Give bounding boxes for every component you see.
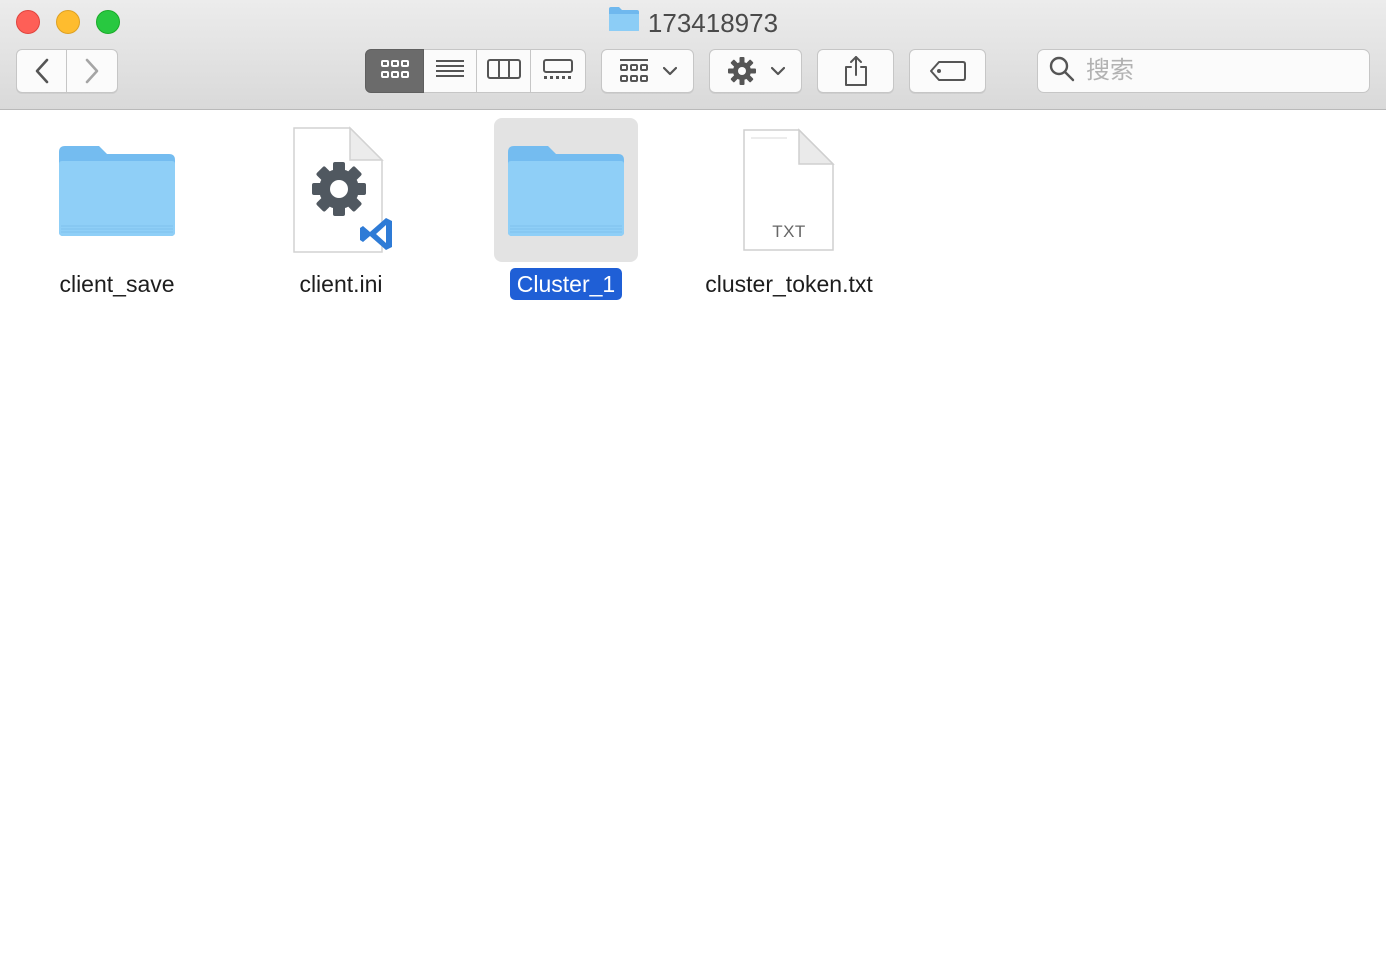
column-view-button[interactable]: [477, 49, 531, 93]
icon-view-icon: [380, 58, 410, 85]
gallery-view-button[interactable]: [531, 49, 586, 93]
chevron-right-icon: [84, 58, 100, 84]
share-button[interactable]: [817, 49, 894, 93]
toolbar: 173418973: [0, 0, 1386, 110]
icon-view-button[interactable]: [365, 49, 424, 93]
tag-icon: [929, 60, 967, 82]
file-name: client_save: [59, 271, 175, 297]
finder-window: 173418973 搜索 client_save client.ini Clus…: [0, 0, 1386, 966]
chevron-down-icon: [662, 66, 677, 76]
back-button[interactable]: [16, 49, 67, 93]
window-title: 173418973: [647, 7, 779, 38]
file-grid: client_save client.ini Cluster_1 TXT clu…: [0, 110, 1386, 966]
file-item-cluster-token-txt[interactable]: TXT cluster_token.txt: [677, 118, 901, 308]
search-field[interactable]: [1037, 49, 1370, 93]
file-type-badge: TXT: [772, 222, 806, 241]
list-view-button[interactable]: [424, 49, 477, 93]
file-item-cluster-1[interactable]: Cluster_1: [454, 118, 678, 308]
file-item-client-save[interactable]: client_save: [5, 118, 229, 308]
action-button[interactable]: [709, 49, 802, 93]
group-by-icon: [619, 58, 649, 84]
folder-icon: [608, 6, 640, 39]
column-view-icon: [486, 58, 521, 85]
file-name: cluster_token.txt: [705, 271, 873, 297]
file-name: client.ini: [299, 271, 383, 297]
window-title-bar: 173418973: [0, 6, 1386, 38]
group-by-button[interactable]: [601, 49, 694, 93]
share-icon: [843, 55, 869, 87]
text-file-icon: TXT: [717, 118, 861, 262]
search-icon: [1048, 55, 1076, 88]
folder-icon: [45, 118, 189, 262]
search-input[interactable]: [1084, 56, 1358, 86]
tag-button[interactable]: [909, 49, 986, 93]
chevron-down-icon: [770, 66, 785, 76]
folder-icon: [494, 118, 638, 262]
gallery-view-icon: [542, 58, 574, 85]
config-file-icon: [269, 118, 413, 262]
file-item-client-ini[interactable]: client.ini: [229, 118, 453, 308]
forward-button[interactable]: [67, 49, 118, 93]
gear-icon: [727, 56, 757, 86]
list-view-icon: [435, 58, 465, 85]
file-name: Cluster_1: [509, 268, 623, 300]
chevron-left-icon: [34, 58, 50, 84]
